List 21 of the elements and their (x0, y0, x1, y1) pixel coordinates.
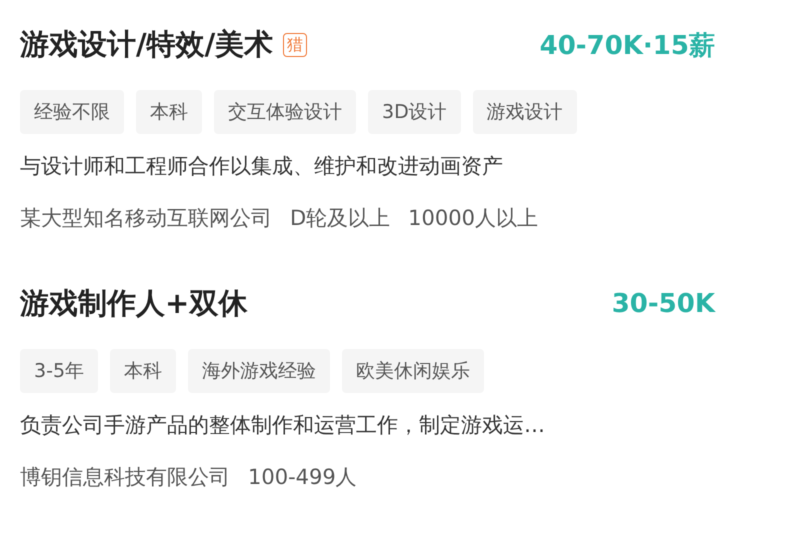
job-tag: 游戏设计 (472, 90, 577, 134)
company-info: 博钥信息科技有限公司 (20, 464, 230, 491)
job-tag: 交互体验设计 (214, 90, 356, 134)
job-title: 游戏制作人+双休 (20, 285, 248, 322)
job-tag: 欧美休闲娱乐 (342, 349, 484, 393)
job-tag: 3D设计 (368, 90, 461, 134)
salary: 30-50K (612, 289, 715, 319)
job-tag: 3-5年 (20, 349, 98, 393)
salary: 40-70K·15薪 (540, 30, 715, 62)
company-info: 100-499人 (248, 464, 357, 491)
job-tag: 经验不限 (20, 90, 124, 134)
headhunter-badge: 猎 (283, 33, 308, 57)
company-info: 某大型知名移动互联网公司 (20, 205, 272, 232)
job-description: 负责公司手游产品的整体制作和运营工作，制定游戏运… (20, 412, 546, 439)
company-info: 10000人以上 (408, 205, 538, 232)
job-tag: 海外游戏经验 (188, 349, 330, 393)
job-tag: 本科 (136, 90, 202, 134)
company-info: D轮及以上 (290, 205, 390, 232)
job-title: 游戏设计/特效/美术 (20, 26, 274, 63)
job-tag: 本科 (110, 349, 176, 393)
job-description: 与设计师和工程师合作以集成、维护和改进动画资产 (20, 153, 504, 180)
